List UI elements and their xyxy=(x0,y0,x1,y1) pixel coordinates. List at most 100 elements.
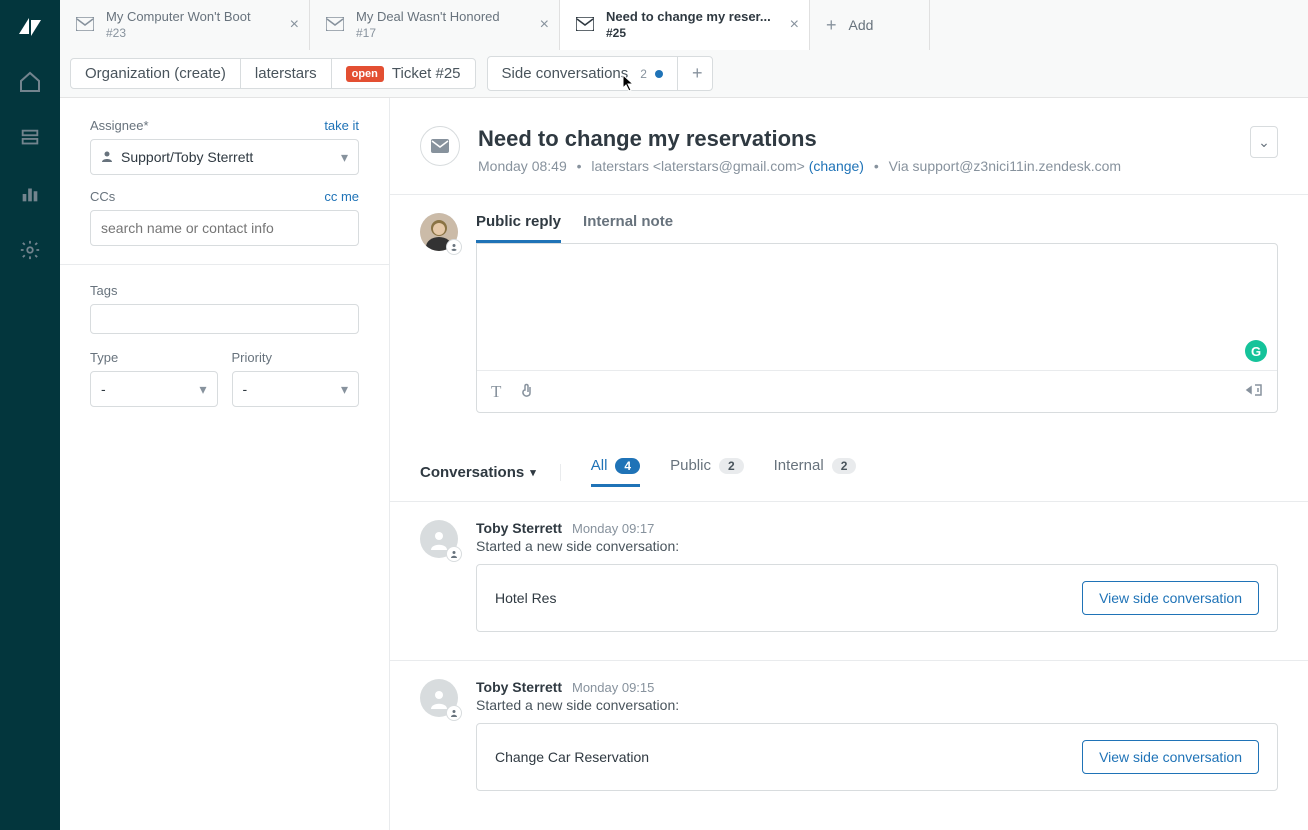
unread-dot-icon xyxy=(655,70,663,78)
person-icon xyxy=(101,149,113,165)
close-icon[interactable]: × xyxy=(540,16,549,34)
add-tab[interactable]: + Add xyxy=(810,0,930,50)
event-author: Toby Sterrett xyxy=(476,679,562,695)
ticket-header: Need to change my reservations Monday 08… xyxy=(390,98,1308,195)
ticket-main: Need to change my reservations Monday 08… xyxy=(390,98,1308,830)
side-conversations-button[interactable]: Side conversations 2 xyxy=(488,57,678,90)
card-title: Hotel Res xyxy=(495,590,556,606)
side-conversation-card: Hotel Res View side conversation xyxy=(476,564,1278,632)
ticket-tab-17[interactable]: My Deal Wasn't Honored #17 × xyxy=(310,0,560,50)
chevron-down-icon: ▾ xyxy=(341,381,348,398)
agent-badge-icon xyxy=(446,239,462,255)
filter-all-label: All xyxy=(591,457,608,474)
compose-editor[interactable]: G T xyxy=(476,243,1278,413)
event-action: Started a new side conversation: xyxy=(476,697,1278,713)
tab-title: Need to change my reser... xyxy=(606,9,771,26)
event-time: Monday 09:15 xyxy=(572,680,654,695)
priority-value: - xyxy=(243,381,248,397)
text-format-icon[interactable]: T xyxy=(491,382,501,402)
ticket-meta: Monday 08:49 • laterstars <laterstars@gm… xyxy=(478,158,1232,174)
ticket-properties-panel: Assignee* take it Support/Toby Sterrett … xyxy=(60,98,390,830)
take-it-link[interactable]: take it xyxy=(324,118,359,133)
left-rail xyxy=(0,0,60,830)
ticket-tab-25[interactable]: Need to change my reser... #25 × xyxy=(560,0,810,50)
close-icon[interactable]: × xyxy=(790,16,799,34)
conversations-dropdown[interactable]: Conversations ▾ xyxy=(420,464,561,481)
side-conversations-group: Side conversations 2 + xyxy=(487,56,713,91)
compose-area: Public reply Internal note G T xyxy=(390,195,1308,443)
ticket-tab-23[interactable]: My Computer Won't Boot #23 × xyxy=(60,0,310,50)
tags-input[interactable] xyxy=(90,304,359,334)
type-value: - xyxy=(101,381,106,397)
ticket-title: Need to change my reservations xyxy=(478,126,1232,152)
add-tab-label: Add xyxy=(849,17,874,33)
ticket-label: Ticket #25 xyxy=(392,65,461,82)
agent-avatar xyxy=(420,213,458,251)
filter-public[interactable]: Public 2 xyxy=(670,457,744,487)
assignee-value: Support/Toby Sterrett xyxy=(121,149,253,165)
mail-icon xyxy=(420,126,460,166)
view-side-conversation-button[interactable]: View side conversation xyxy=(1082,581,1259,615)
compose-toolbar: T xyxy=(477,370,1277,412)
admin-icon[interactable] xyxy=(16,236,44,264)
mail-icon xyxy=(576,17,594,34)
mail-icon xyxy=(326,17,344,34)
side-conversation-card: Change Car Reservation View side convers… xyxy=(476,723,1278,791)
ccs-input[interactable] xyxy=(90,210,359,246)
filter-public-count: 2 xyxy=(719,458,744,474)
grammarly-icon[interactable]: G xyxy=(1245,340,1267,362)
event-author: Toby Sterrett xyxy=(476,520,562,536)
compose-tabs: Public reply Internal note xyxy=(476,213,1278,243)
chevron-down-icon: ⌄ xyxy=(1258,134,1270,151)
tab-title: My Deal Wasn't Honored xyxy=(356,9,500,26)
filter-internal-label: Internal xyxy=(774,457,824,474)
segment-user[interactable]: laterstars xyxy=(241,59,332,88)
side-conversations-label: Side conversations xyxy=(502,65,629,82)
divider xyxy=(60,264,389,265)
ticket-header-menu[interactable]: ⌄ xyxy=(1250,126,1278,158)
view-side-conversation-button[interactable]: View side conversation xyxy=(1082,740,1259,774)
conversation-filter-bar: Conversations ▾ All 4 Public 2 Internal … xyxy=(390,443,1308,501)
zendesk-logo[interactable] xyxy=(17,14,43,40)
tab-internal-note[interactable]: Internal note xyxy=(583,213,673,243)
views-icon[interactable] xyxy=(16,124,44,152)
ticket-via: Via support@z3nici11in.zendesk.com xyxy=(889,158,1121,174)
conversations-label: Conversations xyxy=(420,464,524,481)
assignee-select[interactable]: Support/Toby Sterrett ▾ xyxy=(90,139,359,175)
tab-title: My Computer Won't Boot xyxy=(106,9,251,26)
tab-sub: #23 xyxy=(106,26,251,42)
chevron-down-icon: ▾ xyxy=(530,466,536,479)
plus-icon: + xyxy=(692,63,703,83)
workspace-tabs: My Computer Won't Boot #23 × My Deal Was… xyxy=(60,0,1308,50)
card-title: Change Car Reservation xyxy=(495,749,649,765)
mail-icon xyxy=(76,17,94,34)
plus-icon: + xyxy=(826,15,837,36)
type-select[interactable]: - ▾ xyxy=(90,371,218,407)
add-side-conversation-button[interactable]: + xyxy=(678,57,712,90)
filter-all[interactable]: All 4 xyxy=(591,457,640,487)
user-avatar xyxy=(420,520,458,558)
segment-ticket[interactable]: open Ticket #25 xyxy=(332,59,475,88)
filter-public-label: Public xyxy=(670,457,711,474)
agent-badge-icon xyxy=(446,705,462,721)
context-breadcrumb: Organization (create) laterstars open Ti… xyxy=(60,50,1308,98)
event-time: Monday 09:17 xyxy=(572,521,654,536)
tab-public-reply[interactable]: Public reply xyxy=(476,213,561,243)
reporting-icon[interactable] xyxy=(16,180,44,208)
user-avatar xyxy=(420,679,458,717)
event-action: Started a new side conversation: xyxy=(476,538,1278,554)
filter-internal[interactable]: Internal 2 xyxy=(774,457,857,487)
conversation-event: Toby Sterrett Monday 09:17 Started a new… xyxy=(390,502,1308,650)
segment-organization[interactable]: Organization (create) xyxy=(71,59,241,88)
ccs-label: CCs xyxy=(90,189,115,204)
cc-me-link[interactable]: cc me xyxy=(324,189,359,204)
attachment-icon[interactable] xyxy=(519,382,533,401)
home-icon[interactable] xyxy=(16,68,44,96)
side-conversations-count: 2 xyxy=(640,67,647,81)
priority-select[interactable]: - ▾ xyxy=(232,371,360,407)
expand-icon[interactable] xyxy=(1245,382,1263,401)
conversation-event: Toby Sterrett Monday 09:15 Started a new… xyxy=(390,661,1308,809)
change-requester-link[interactable]: (change) xyxy=(809,158,864,174)
type-label: Type xyxy=(90,350,218,365)
close-icon[interactable]: × xyxy=(290,16,299,34)
